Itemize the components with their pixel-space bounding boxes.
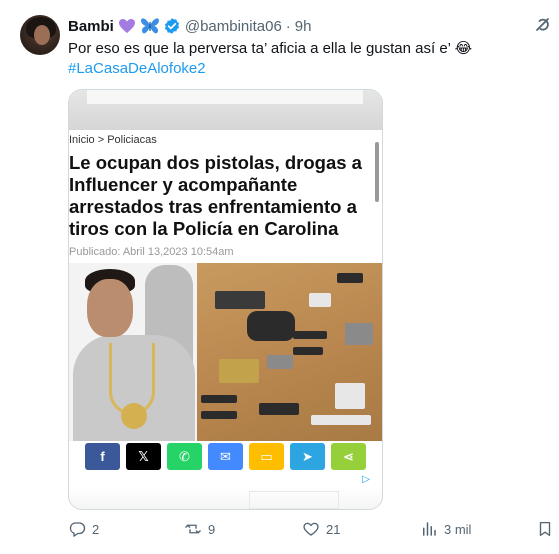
article-photo bbox=[69, 263, 382, 441]
breadcrumb: Inicio > Policiacas bbox=[69, 134, 157, 146]
faded-ad bbox=[249, 491, 339, 509]
card-faded-footer bbox=[69, 487, 382, 509]
evidence-pistol bbox=[267, 355, 293, 369]
hashtag-link[interactable]: #LaCasaDeAlofoke2 bbox=[68, 59, 548, 79]
photo-pendant bbox=[121, 403, 147, 429]
evidence-bag bbox=[309, 293, 331, 307]
reply-icon bbox=[69, 522, 86, 537]
repost-count: 9 bbox=[208, 521, 216, 537]
repost-icon bbox=[185, 524, 201, 534]
messenger-icon: ✉ bbox=[220, 448, 231, 464]
views-button[interactable]: 3 mil bbox=[420, 520, 471, 538]
purple-heart-icon bbox=[118, 18, 136, 34]
sms-icon: ▭ bbox=[260, 448, 273, 464]
evidence-item bbox=[201, 395, 237, 403]
reply-count: 2 bbox=[92, 521, 100, 537]
card-top-bar bbox=[87, 90, 363, 104]
share-x-button[interactable]: 𝕏 bbox=[126, 443, 161, 470]
reply-button[interactable]: 2 bbox=[68, 520, 99, 538]
scrollbar bbox=[375, 142, 379, 202]
verified-badge-icon bbox=[163, 17, 181, 35]
sharethis-icon: ⋖ bbox=[343, 448, 354, 464]
bookmark-icon bbox=[539, 521, 551, 537]
share-whatsapp-button[interactable]: ✆ bbox=[167, 443, 202, 470]
share-sms-button[interactable]: ▭ bbox=[249, 443, 284, 470]
evidence-ammo bbox=[219, 359, 259, 383]
telegram-icon: ➤ bbox=[302, 448, 313, 464]
like-count: 21 bbox=[326, 521, 341, 537]
separator-dot: · bbox=[285, 17, 291, 35]
evidence-item bbox=[201, 411, 237, 419]
media-card[interactable]: Inicio > Policiacas Le ocupan dos pistol… bbox=[68, 89, 383, 510]
tweet: Bambi @bambinita06 · 9h Por eso es que l… bbox=[0, 0, 559, 554]
photo-person bbox=[69, 263, 197, 441]
evidence-cap bbox=[247, 311, 295, 341]
share-messenger-button[interactable]: ✉ bbox=[208, 443, 243, 470]
tweet-text: Por eso es que la perversa ta’ aficia a … bbox=[68, 39, 548, 79]
tweet-time[interactable]: 9h bbox=[295, 18, 312, 35]
article-date: Publicado: Abril 13,2023 10:54am bbox=[69, 246, 234, 258]
repost-button[interactable]: 9 bbox=[184, 520, 215, 538]
heart-icon bbox=[303, 522, 319, 536]
avatar-face bbox=[34, 25, 50, 45]
evidence-item bbox=[293, 347, 323, 355]
evidence-item bbox=[293, 331, 327, 339]
like-button[interactable]: 21 bbox=[302, 520, 340, 538]
evidence-bag bbox=[335, 383, 365, 409]
share-facebook-button[interactable]: f bbox=[85, 443, 120, 470]
whatsapp-icon: ✆ bbox=[179, 448, 190, 464]
evidence-bag bbox=[311, 415, 371, 425]
grok-icon[interactable] bbox=[533, 15, 553, 35]
article-headline: Le ocupan dos pistolas, drogas a Influen… bbox=[69, 152, 362, 239]
tweet-header: Bambi @bambinita06 · 9h bbox=[68, 16, 311, 36]
share-buttons: f 𝕏 ✆ ✉ ▭ ➤ ⋖ bbox=[85, 443, 366, 470]
share-sharethis-button[interactable]: ⋖ bbox=[331, 443, 366, 470]
views-count: 3 mil bbox=[444, 521, 472, 537]
x-icon: 𝕏 bbox=[138, 448, 149, 464]
bookmark-button[interactable] bbox=[536, 520, 554, 538]
photo-face bbox=[87, 279, 133, 337]
tweet-body: Por eso es que la perversa ta’ aficia a … bbox=[68, 40, 473, 57]
card-top-strip bbox=[69, 90, 382, 130]
share-telegram-button[interactable]: ➤ bbox=[290, 443, 325, 470]
action-bar: 2 9 21 3 mil bbox=[68, 520, 558, 542]
evidence-item bbox=[259, 403, 299, 415]
views-icon bbox=[423, 522, 436, 536]
author-name[interactable]: Bambi bbox=[68, 18, 114, 35]
adchoices-icon[interactable]: ▷ bbox=[362, 474, 370, 485]
author-handle[interactable]: @bambinita06 bbox=[185, 18, 282, 35]
avatar[interactable] bbox=[20, 15, 60, 55]
evidence-item bbox=[215, 291, 265, 309]
blue-butterfly-icon bbox=[140, 17, 160, 35]
facebook-icon: f bbox=[100, 449, 105, 464]
evidence-item bbox=[337, 273, 363, 283]
photo-evidence-table bbox=[197, 263, 382, 441]
evidence-pistol bbox=[345, 323, 373, 345]
